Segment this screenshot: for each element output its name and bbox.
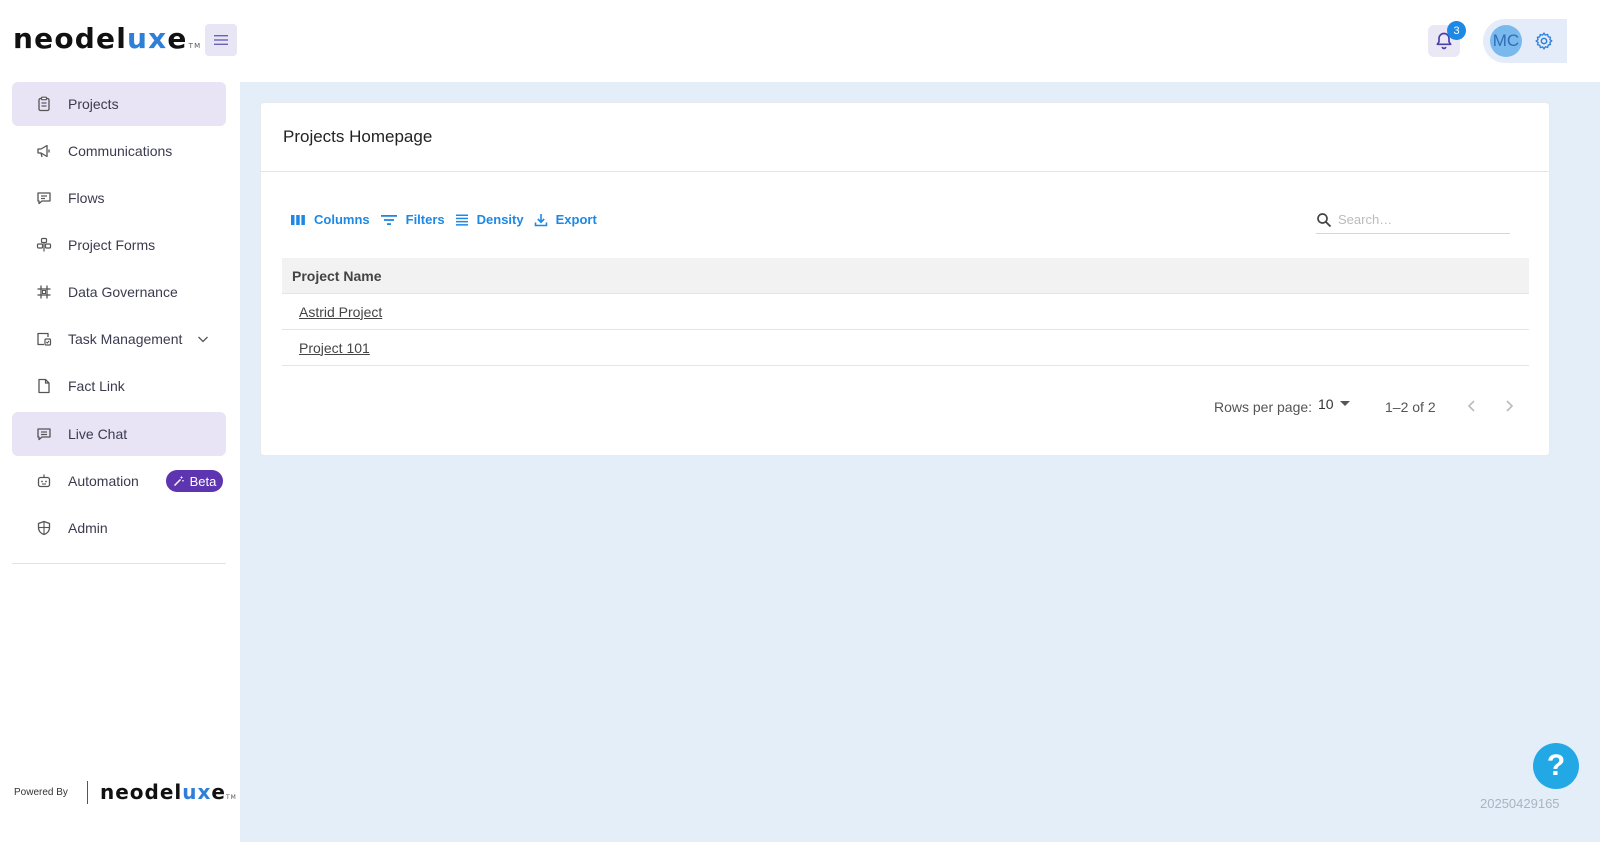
page-title: Projects Homepage (283, 127, 433, 146)
footer-logo-accent-text: ux (182, 780, 212, 804)
sidebar-item-communications[interactable]: Communications (12, 129, 226, 173)
gear-icon (1535, 32, 1553, 50)
logo-text-end: e (167, 22, 188, 55)
sidebar-item-label: Data Governance (68, 284, 178, 300)
sidebar-item-label: Automation (68, 473, 139, 489)
columns-button[interactable]: Columns (290, 212, 370, 227)
card-divider (261, 171, 1549, 172)
sidebar-divider (12, 563, 226, 564)
build-number: 20250429165 (1480, 796, 1560, 811)
sidebar: Projects Communications Flows Project Fo… (0, 82, 240, 842)
chat-icon (35, 425, 53, 443)
sidebar-item-project-forms[interactable]: Project Forms (12, 223, 226, 267)
top-header: neodel ux e TM 3 MC (0, 0, 1600, 82)
columns-icon (291, 214, 305, 225)
projects-card: Projects Homepage Columns Filters Densit… (260, 102, 1550, 456)
rows-per-page-label: Rows per page: (1214, 399, 1313, 415)
sidebar-item-label: Task Management (68, 331, 183, 347)
column-header-label: Project Name (292, 267, 382, 284)
sidebar-item-label: Admin (68, 520, 108, 536)
project-link[interactable]: Project 101 (299, 340, 370, 356)
powered-by-separator (87, 781, 88, 804)
magic-wand-icon (173, 476, 184, 486)
sidebar-item-label: Project Forms (68, 237, 156, 253)
next-page-icon[interactable] (1500, 397, 1518, 415)
column-header-project-name[interactable]: Project Name (282, 258, 1529, 294)
beta-badge-label: Beta (189, 473, 217, 489)
density-button[interactable]: Density (455, 212, 524, 227)
sidebar-item-data-governance[interactable]: Data Governance (12, 270, 226, 314)
filters-button-label: Filters (405, 212, 445, 227)
sidebar-item-automation[interactable]: Automation Beta (12, 459, 226, 503)
settings-button[interactable] (1533, 30, 1555, 52)
sidebar-item-task-management[interactable]: Task Management (12, 317, 226, 361)
search-box (1316, 206, 1510, 234)
sidebar-item-admin[interactable]: Admin (12, 506, 226, 550)
sidebar-item-label: Flows (68, 190, 105, 206)
task-icon (35, 330, 53, 348)
form-icon (35, 236, 53, 254)
search-icon (1317, 212, 1332, 227)
chevron-down-icon[interactable] (195, 331, 211, 347)
grid-toolbar: Columns Filters Density Export (290, 212, 607, 227)
rows-per-page-select[interactable]: 10 (1318, 396, 1350, 412)
logo-accent-text: ux (127, 22, 168, 55)
caret-down-icon (1339, 401, 1350, 406)
export-button-label: Export (555, 212, 597, 227)
columns-button-label: Columns (314, 212, 370, 227)
message-icon (35, 189, 53, 207)
clipboard-icon (35, 95, 53, 113)
notification-count-badge: 3 (1447, 21, 1466, 40)
density-button-label: Density (476, 212, 524, 227)
beta-badge: Beta (166, 470, 223, 492)
download-icon (534, 213, 547, 226)
sidebar-item-fact-link[interactable]: Fact Link (12, 364, 226, 408)
rows-per-page-value: 10 (1318, 396, 1334, 412)
projects-table: Project Name Astrid Project Project 101 (282, 258, 1529, 366)
footer-logo-trademark: TM (226, 794, 237, 801)
help-button[interactable]: ? (1533, 743, 1579, 789)
table-row: Astrid Project (282, 294, 1529, 330)
project-link[interactable]: Astrid Project (299, 304, 382, 320)
density-icon (455, 214, 468, 226)
previous-page-icon[interactable] (1463, 397, 1481, 415)
menu-toggle-button[interactable] (205, 24, 237, 56)
logo-text: neodel (13, 22, 127, 55)
footer-logo-text-end: e (211, 780, 226, 804)
pagination-range: 1–2 of 2 (1385, 399, 1436, 415)
sidebar-item-label: Live Chat (68, 426, 128, 442)
footer-logo-text: neodel (100, 780, 183, 804)
sidebar-item-flows[interactable]: Flows (12, 176, 226, 220)
sidebar-item-label: Fact Link (68, 378, 125, 394)
table-row: Project 101 (282, 330, 1529, 366)
robot-icon (35, 472, 53, 490)
brand-logo[interactable]: neodel ux e TM (13, 22, 201, 55)
filters-button[interactable]: Filters (380, 212, 445, 227)
document-icon (35, 377, 53, 395)
footer-brand-logo: neodel ux e TM (100, 780, 237, 804)
sidebar-item-label: Communications (68, 143, 173, 159)
pagination: Rows per page: 10 1–2 of 2 (261, 391, 1549, 421)
export-button[interactable]: Export (534, 212, 597, 227)
avatar[interactable]: MC (1490, 25, 1522, 57)
hamburger-icon (214, 35, 228, 45)
filter-icon (380, 214, 397, 225)
sidebar-item-live-chat[interactable]: Live Chat (12, 412, 226, 456)
sidebar-item-label: Projects (68, 96, 119, 112)
powered-by-label: Powered By (14, 787, 68, 798)
logo-trademark: TM (188, 42, 202, 50)
shield-icon (35, 519, 53, 537)
grid-hash-icon (35, 283, 53, 301)
sidebar-item-projects[interactable]: Projects (12, 82, 226, 126)
search-input[interactable] (1338, 212, 1498, 227)
megaphone-icon (35, 142, 53, 160)
main-content: Projects Homepage Columns Filters Densit… (240, 82, 1600, 842)
